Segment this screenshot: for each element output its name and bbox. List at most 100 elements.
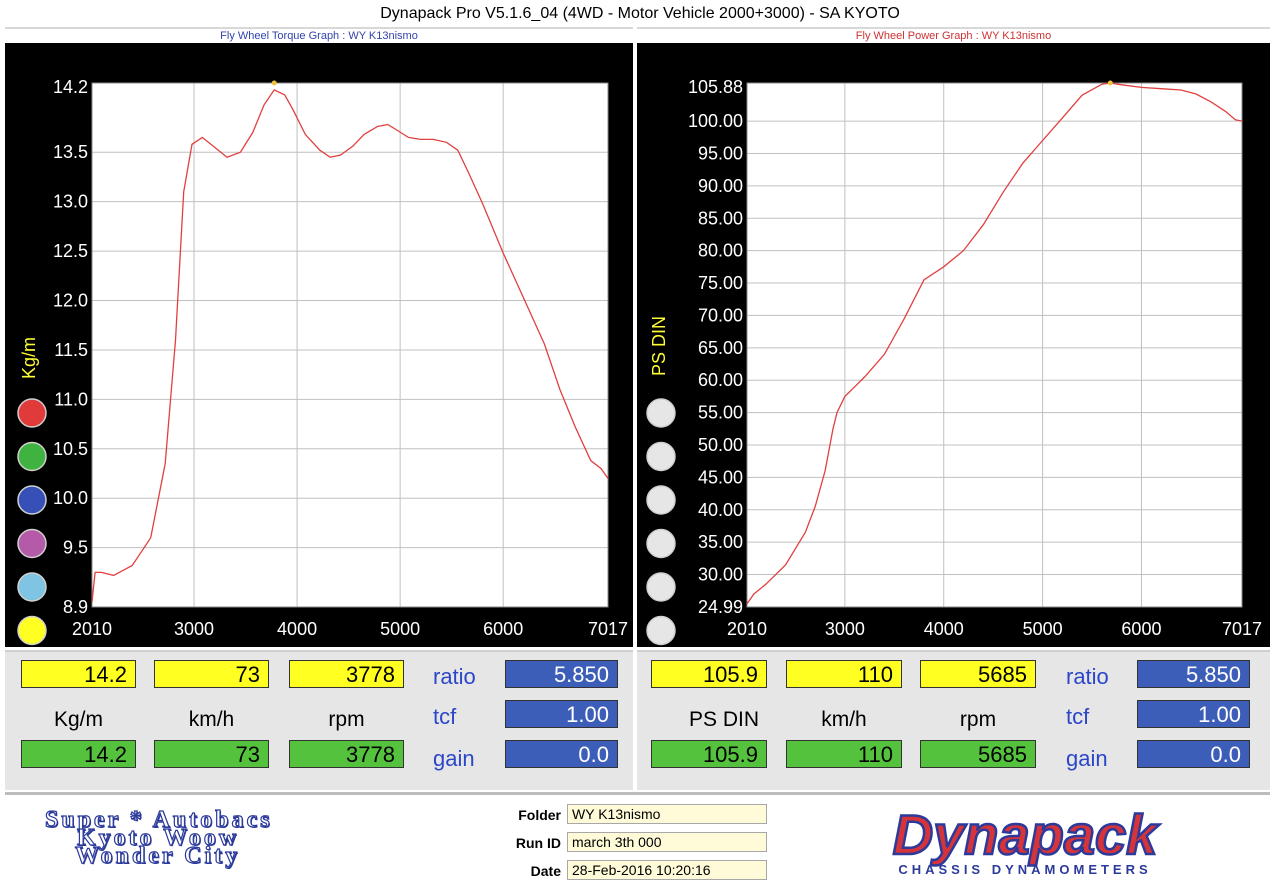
y-tick-label: 45.00 <box>698 467 743 487</box>
current-rpm-value: 3778 <box>289 740 404 768</box>
gain-label: gain <box>1066 746 1108 771</box>
channel-toggle-3 <box>17 485 47 515</box>
current-power-value: 105.9 <box>651 740 767 768</box>
current-rpm-value: 5685 <box>920 740 1036 768</box>
x-tick-label: 7017 <box>1222 619 1262 639</box>
x-tick-label: 3000 <box>174 619 214 639</box>
torque-chart: 2010 3000 4000 5000 6000 7017 14.2 13.5 13.0 12.5… <box>17 77 628 649</box>
rpm-unit-label: rpm <box>328 708 365 731</box>
channel-toggle-3 <box>646 485 676 515</box>
y-tick-label: 13.0 <box>53 192 88 212</box>
run-id-label: Run ID <box>515 835 561 851</box>
gain-label: gain <box>433 746 475 771</box>
y-tick-label: 60.00 <box>698 370 743 390</box>
y-tick-label: 100.00 <box>688 111 743 131</box>
run-id-value: march 3th 000 <box>567 832 767 852</box>
y-tick-label: 35.00 <box>698 532 743 552</box>
y-tick-label: 24.99 <box>698 597 743 617</box>
tcf-label: tcf <box>433 704 457 729</box>
date-value: 28-Feb-2016 10:20:16 <box>567 860 767 880</box>
current-speed-value: 110 <box>786 740 902 768</box>
plot-area <box>747 83 1242 607</box>
channel-toggle-2 <box>646 441 676 472</box>
x-tick-label: 6000 <box>1121 619 1161 639</box>
gain-field[interactable]: 0.0 <box>505 740 618 768</box>
x-tick-label: 3000 <box>825 619 865 639</box>
channel-toggle-4 <box>17 528 47 559</box>
ratio-field[interactable]: 5.850 <box>505 660 618 688</box>
rpm-unit-label: rpm <box>959 708 997 731</box>
y-tick-label: 11.0 <box>54 389 88 409</box>
ratio-label: ratio <box>1066 664 1109 689</box>
torque-graph-pane: Fly Wheel Torque Graph : WY K13nismo 201… <box>5 27 633 649</box>
channel-toggle-4 <box>646 528 676 559</box>
y-tick-label: 11.5 <box>54 340 88 360</box>
current-torque-value: 14.2 <box>21 740 136 768</box>
y-tick-label: 10.5 <box>53 439 88 459</box>
tcf-field[interactable]: 1.00 <box>505 700 618 728</box>
y-axis-label: PS DIN <box>649 316 669 376</box>
y-tick-label: 40.00 <box>698 500 743 520</box>
y-tick-label: 10.0 <box>53 488 88 508</box>
channel-toggle-5 <box>646 572 676 602</box>
channel-toggle-5 <box>17 572 47 602</box>
y-tick-label: 55.00 <box>698 403 743 423</box>
peak-torque-value: 14.2 <box>21 660 136 688</box>
y-tick-label: 70.00 <box>698 305 743 325</box>
y-tick-label: 13.5 <box>53 142 88 162</box>
x-axis-label: rpm <box>969 647 1000 649</box>
peak-rpm-value: 3778 <box>289 660 404 688</box>
x-tick-label: 5000 <box>380 619 420 639</box>
x-tick-label: 2010 <box>72 619 112 639</box>
window-title: Dynapack Pro V5.1.6_04 (4WD - Motor Vehi… <box>0 0 1280 26</box>
dynapack-logo: Dynapack CHASSIS DYNAMOMETERS <box>891 802 1161 877</box>
report-footer: Super * Autobacs Kyoto Woow Wonder City … <box>5 792 1270 880</box>
x-tick-label: 5000 <box>1023 619 1063 639</box>
torque-graph-title: Fly Wheel Torque Graph : WY K13nismo <box>5 29 633 43</box>
gain-field[interactable]: 0.0 <box>1137 740 1250 768</box>
x-tick-label: 4000 <box>277 619 317 639</box>
speed-unit-label: km/h <box>821 708 867 731</box>
y-tick-label: 50.00 <box>698 435 743 455</box>
x-tick-label: 7017 <box>588 619 628 639</box>
torque-readout-panel: 14.2 73 3778 Kg/m km/h rpm 14.2 73 3778 … <box>5 650 633 790</box>
y-tick-label: 12.5 <box>53 241 88 261</box>
channel-toggle-1 <box>17 398 47 428</box>
y-tick-label: 30.00 <box>698 565 743 585</box>
shop-name-line-3: Wonder City <box>74 843 241 869</box>
max-value-marker <box>1107 80 1113 86</box>
power-chart: 2010 3000 4000 5000 6000 7017 105.88 100.00 95.0… <box>646 77 1262 649</box>
channel-toggle-6 <box>17 615 47 646</box>
y-tick-label: 12.0 <box>53 291 88 311</box>
channel-toggle-2 <box>17 441 47 472</box>
y-tick-label: 85.00 <box>698 208 743 228</box>
x-tick-label: 6000 <box>483 619 523 639</box>
current-speed-value: 73 <box>154 740 269 768</box>
channel-toggle-1 <box>646 398 676 428</box>
tcf-label: tcf <box>1066 704 1090 729</box>
power-graph-title: Fly Wheel Power Graph : WY K13nismo <box>637 29 1270 43</box>
peak-speed-value: 73 <box>154 660 269 688</box>
x-tick-label: 4000 <box>924 619 964 639</box>
tcf-field[interactable]: 1.00 <box>1137 700 1250 728</box>
ratio-field[interactable]: 5.850 <box>1137 660 1250 688</box>
y-axis-label: Kg/m <box>19 337 39 379</box>
speed-unit-label: km/h <box>188 708 235 731</box>
y-tick-label: 95.00 <box>698 143 743 163</box>
folder-label: Folder <box>518 807 561 823</box>
power-unit-label: PS DIN <box>688 708 759 731</box>
torque-unit-label: Kg/m <box>53 708 103 731</box>
peak-power-value: 105.9 <box>651 660 767 688</box>
y-tick-label: 9.5 <box>63 538 88 558</box>
max-value-marker <box>271 80 277 86</box>
y-tick-label: 65.00 <box>698 338 743 358</box>
power-graph-pane: Fly Wheel Power Graph : WY K13nismo 2010… <box>637 27 1270 649</box>
y-tick-label: 105.88 <box>688 77 743 97</box>
y-tick-label: 80.00 <box>698 241 743 261</box>
x-axis-label: rpm <box>325 647 356 649</box>
x-tick-label: 2010 <box>727 619 767 639</box>
y-tick-label: 8.9 <box>63 597 88 617</box>
y-tick-label: 90.00 <box>698 176 743 196</box>
y-tick-label: 75.00 <box>698 273 743 293</box>
ratio-label: ratio <box>433 664 476 689</box>
